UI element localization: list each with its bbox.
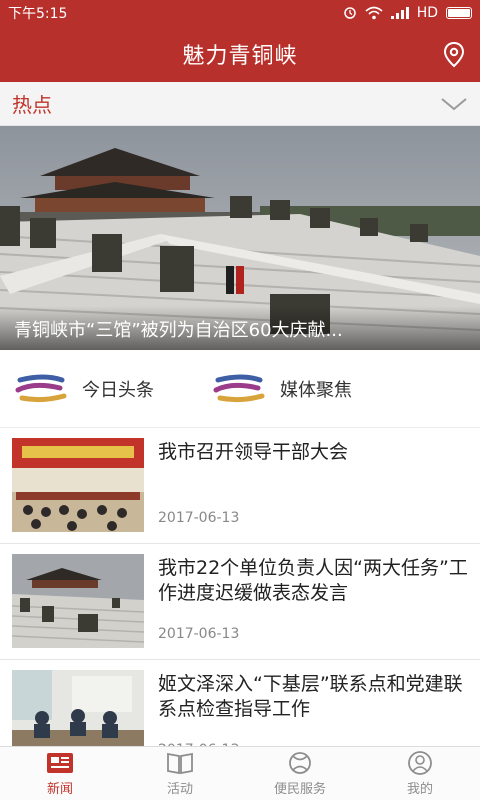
tab-activity[interactable]: 活动 — [120, 747, 240, 800]
book-icon — [167, 752, 193, 775]
tab-services[interactable]: 便民服务 — [240, 747, 360, 800]
category-label: 媒体聚焦 — [280, 379, 352, 401]
news-list: 我市召开领导干部大会 2017-06-13 我市22个单位负责人因“两大任务”工… — [0, 428, 480, 746]
signal-icon — [390, 7, 409, 19]
status-indicators: HD — [343, 5, 472, 21]
tab-profile[interactable]: 我的 — [360, 747, 480, 800]
category-today-headlines[interactable]: 今日头条 — [0, 350, 198, 427]
news-title: 我市召开领导干部大会 — [158, 441, 349, 463]
news-item[interactable]: 我市22个单位负责人因“两大任务”工作进度迟缓做表态发言 2017-06-13 — [0, 544, 480, 660]
status-time: 下午5:15 — [8, 6, 68, 22]
tab-label: 新闻 — [46, 782, 73, 797]
app-title: 魅力青铜峡 — [182, 44, 298, 69]
alarm-icon — [343, 7, 356, 19]
news-thumbnail — [12, 438, 144, 532]
category-media-focus[interactable]: 媒体聚焦 — [198, 350, 396, 427]
category-row: 今日头条 媒体聚焦 — [0, 350, 480, 428]
news-thumbnail — [12, 670, 144, 746]
news-title: 我市22个单位负责人因“两大任务”工作进度迟缓做表态发言 — [158, 557, 468, 604]
bottom-tab-bar: 新闻 活动 便民服务 我的 — [0, 746, 480, 800]
service-icon — [289, 752, 311, 774]
news-item[interactable]: 姬文泽深入“下基层”联系点和党建联系点检查指导工作 2017-06-13 — [0, 660, 480, 746]
section-title: 热点 — [12, 93, 52, 117]
brush-stroke-logo-icon — [15, 374, 67, 402]
news-thumbnail — [12, 554, 144, 648]
app-screen: 下午5:15 HD 魅力青铜峡 热点 青铜峡市“三馆”被列为自治区60大庆献..… — [0, 0, 480, 800]
app-bar: 魅力青铜峡 — [0, 26, 480, 82]
battery-icon — [446, 7, 472, 19]
tab-news[interactable]: 新闻 — [0, 747, 120, 800]
profile-icon — [408, 751, 432, 775]
tab-label: 活动 — [166, 782, 193, 797]
tab-label: 我的 — [406, 782, 433, 797]
news-item[interactable]: 我市召开领导干部大会 2017-06-13 — [0, 428, 480, 544]
hot-banner[interactable]: 青铜峡市“三馆”被列为自治区60大庆献... — [0, 126, 480, 350]
banner-caption: 青铜峡市“三馆”被列为自治区60大庆献... — [0, 306, 480, 350]
chevron-down-icon[interactable] — [440, 94, 468, 114]
category-label: 今日头条 — [82, 379, 154, 401]
network-type: HD — [416, 5, 438, 21]
news-icon — [47, 753, 73, 773]
news-date: 2017-06-13 — [158, 626, 240, 642]
location-pin-icon[interactable] — [440, 40, 468, 68]
hot-section-header[interactable]: 热点 — [0, 82, 480, 126]
tab-label: 便民服务 — [273, 782, 326, 797]
news-title: 姬文泽深入“下基层”联系点和党建联系点检查指导工作 — [158, 673, 463, 720]
brush-stroke-logo-icon — [213, 374, 265, 402]
status-bar: 下午5:15 HD — [0, 0, 480, 26]
news-date: 2017-06-13 — [158, 510, 240, 526]
wifi-icon — [365, 6, 383, 20]
